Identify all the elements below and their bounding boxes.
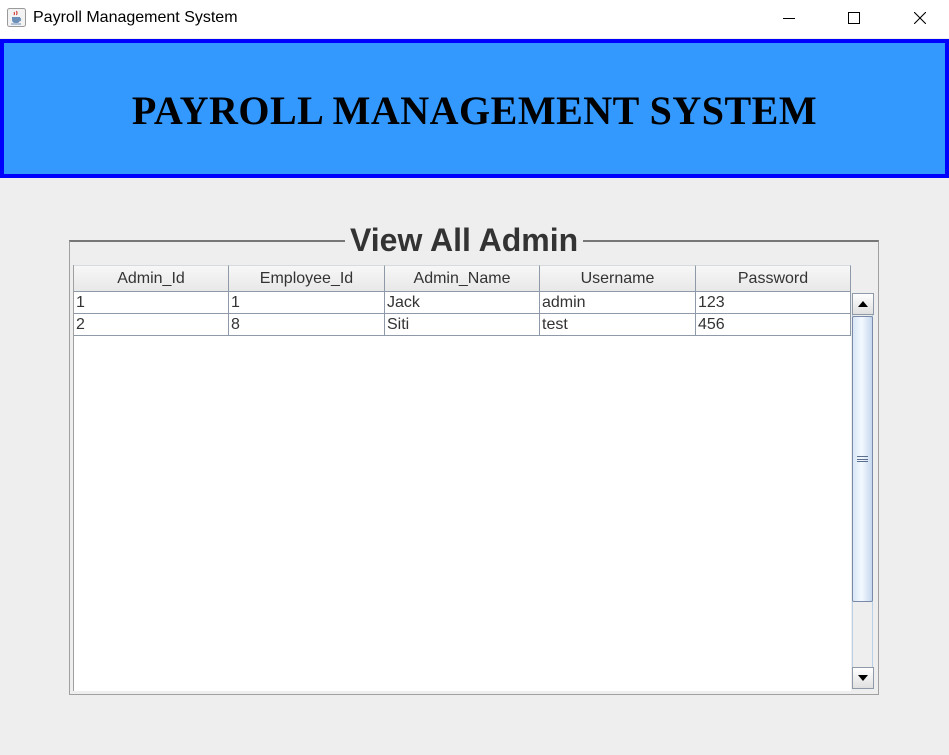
scroll-up-button[interactable] — [852, 293, 874, 315]
close-button[interactable] — [897, 0, 943, 36]
banner-title: PAYROLL MANAGEMENT SYSTEM — [131, 88, 818, 133]
table-row[interactable]: 1 1 Jack admin 123 — [74, 292, 851, 314]
table-header-corner — [851, 265, 875, 292]
table-cell[interactable]: Siti — [385, 314, 540, 336]
column-header-admin-id[interactable]: Admin_Id — [74, 265, 229, 292]
window-titlebar: Payroll Management System — [0, 0, 949, 38]
table-cell[interactable]: 123 — [696, 292, 851, 314]
scroll-thumb[interactable] — [852, 316, 873, 602]
column-header-password[interactable]: Password — [696, 265, 851, 292]
table-cell[interactable]: 2 — [74, 314, 229, 336]
maximize-icon — [848, 12, 860, 24]
table-cell[interactable]: 1 — [229, 292, 385, 314]
table-row[interactable]: 2 8 Siti test 456 — [74, 314, 851, 336]
admin-table[interactable]: Admin_Id Employee_Id Admin_Name Username… — [73, 265, 852, 691]
table-body: 1 1 Jack admin 123 2 8 Siti test 456 — [74, 292, 851, 336]
vertical-scrollbar[interactable] — [851, 292, 875, 691]
minimize-icon — [783, 18, 795, 19]
table-cell[interactable]: 456 — [696, 314, 851, 336]
table-cell[interactable]: 1 — [74, 292, 229, 314]
table-header: Admin_Id Employee_Id Admin_Name Username… — [74, 265, 851, 292]
column-header-admin-name[interactable]: Admin_Name — [385, 265, 540, 292]
grip-icon — [857, 456, 868, 462]
maximize-button[interactable] — [831, 0, 877, 36]
scroll-down-button[interactable] — [852, 667, 874, 689]
close-icon — [914, 12, 926, 24]
arrow-up-icon — [858, 301, 868, 307]
table-cell[interactable]: admin — [540, 292, 696, 314]
table-cell[interactable]: Jack — [385, 292, 540, 314]
table-cell[interactable]: 8 — [229, 314, 385, 336]
arrow-down-icon — [858, 675, 868, 681]
window-title: Payroll Management System — [33, 9, 238, 26]
java-cup-icon[interactable] — [7, 8, 26, 27]
header-banner: PAYROLL MANAGEMENT SYSTEM — [0, 39, 949, 178]
table-cell[interactable]: test — [540, 314, 696, 336]
minimize-button[interactable] — [766, 0, 812, 36]
panel-title: View All Admin — [345, 220, 584, 260]
column-header-username[interactable]: Username — [540, 265, 696, 292]
column-header-employee-id[interactable]: Employee_Id — [229, 265, 385, 292]
